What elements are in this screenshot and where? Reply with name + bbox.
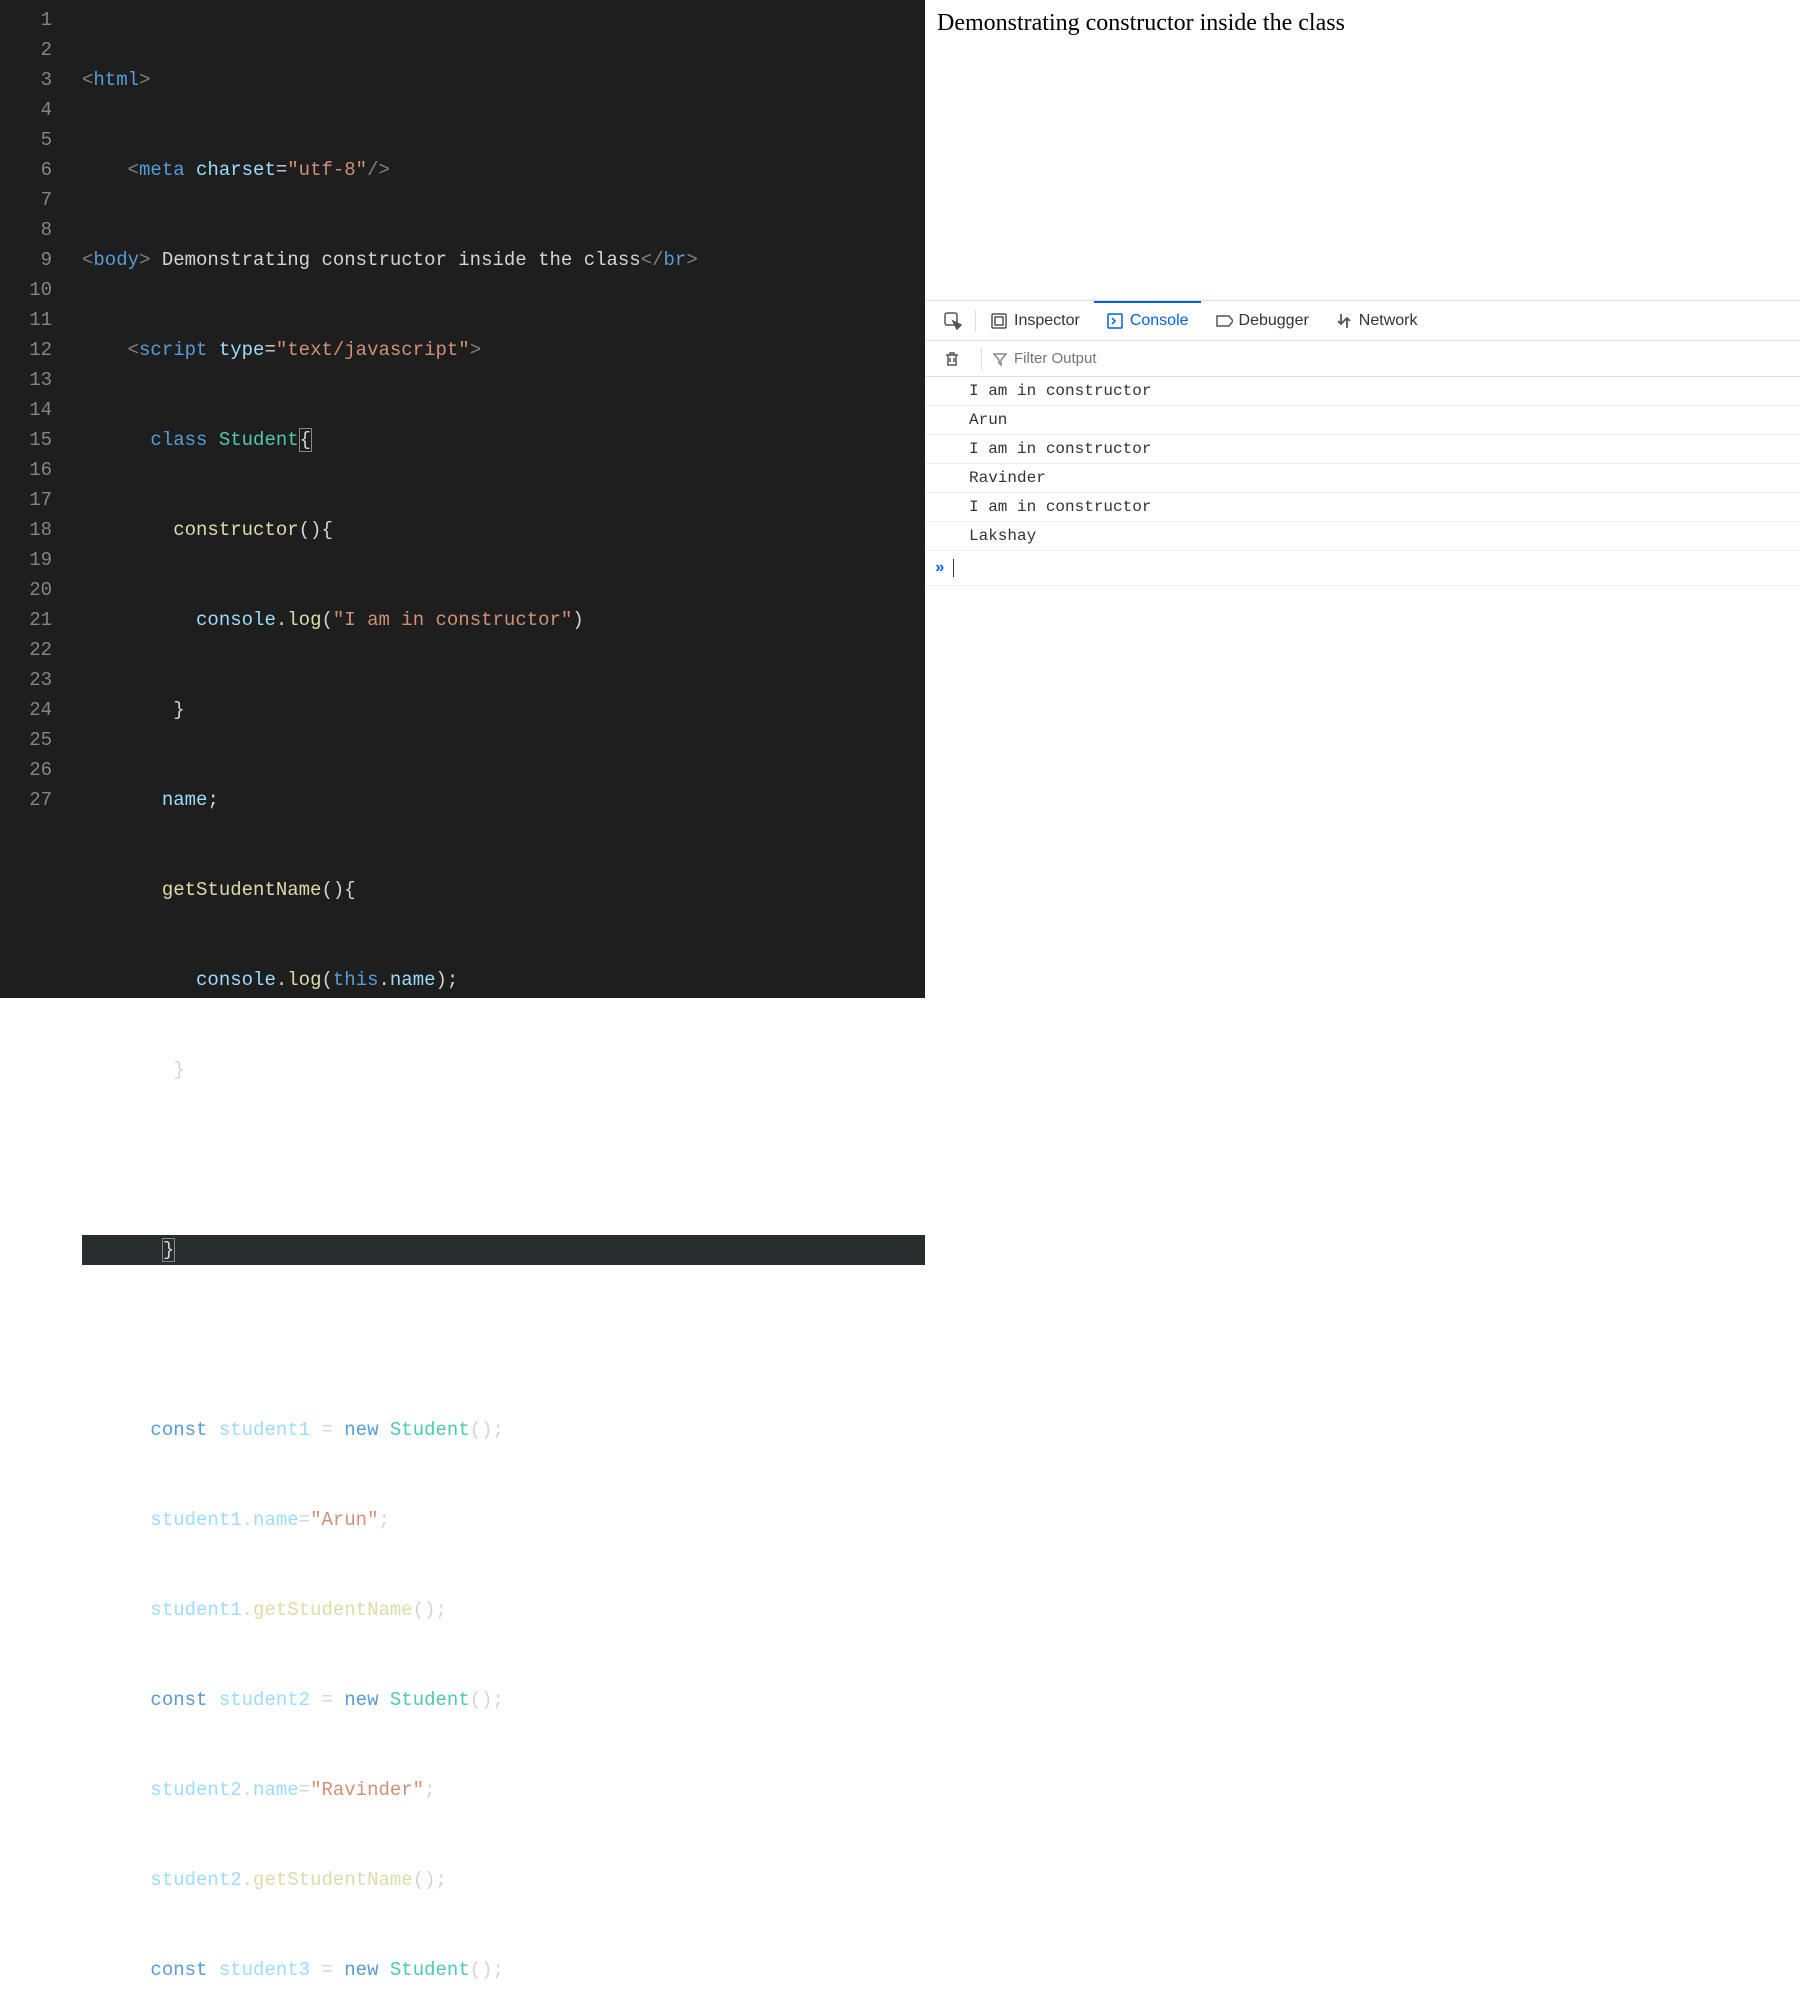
code-line[interactable] <box>82 1325 925 1355</box>
line-number: 5 <box>0 125 52 155</box>
separator <box>975 310 976 332</box>
code-line[interactable]: } <box>82 1055 925 1085</box>
line-number: 23 <box>0 665 52 695</box>
code-editor: 1 2 3 4 5 6 7 8 9 10 11 12 13 14 15 16 1… <box>0 0 925 998</box>
tab-debugger[interactable]: Debugger <box>1203 301 1321 340</box>
tab-label: Debugger <box>1239 312 1309 330</box>
tab-console[interactable]: Console <box>1094 301 1201 340</box>
console-prompt[interactable]: » <box>925 551 1800 586</box>
console-message: I am in constructor <box>925 435 1800 464</box>
line-number: 14 <box>0 395 52 425</box>
line-number: 17 <box>0 485 52 515</box>
code-line[interactable]: name; <box>82 785 925 815</box>
line-number: 2 <box>0 35 52 65</box>
code-line[interactable]: <body> Demonstrating constructor inside … <box>82 245 925 275</box>
line-number: 13 <box>0 365 52 395</box>
devtools-panel: Inspector Console Debugger Network <box>925 300 1800 998</box>
page-text: Demonstrating constructor inside the cla… <box>937 10 1345 36</box>
line-number: 4 <box>0 95 52 125</box>
code-line[interactable]: student1.getStudentName(); <box>82 1595 925 1625</box>
line-number: 9 <box>0 245 52 275</box>
element-picker-icon[interactable] <box>933 301 973 340</box>
console-output: I am in constructor Arun I am in constru… <box>925 377 1800 586</box>
line-number: 7 <box>0 185 52 215</box>
line-number: 15 <box>0 425 52 455</box>
code-line[interactable]: constructor(){ <box>82 515 925 545</box>
code-line[interactable]: } <box>82 1235 925 1265</box>
console-message: Ravinder <box>925 464 1800 493</box>
tab-label: Inspector <box>1014 312 1080 330</box>
code-line[interactable]: student1.name="Arun"; <box>82 1505 925 1535</box>
code-line[interactable]: student2.name="Ravinder"; <box>82 1775 925 1805</box>
line-number: 27 <box>0 785 52 815</box>
code-line[interactable]: student2.getStudentName(); <box>82 1865 925 1895</box>
code-line[interactable]: const student2 = new Student(); <box>82 1685 925 1715</box>
code-line[interactable]: <meta charset="utf-8"/> <box>82 155 925 185</box>
line-number: 10 <box>0 275 52 305</box>
code-line[interactable]: class Student{ <box>82 425 925 455</box>
line-number: 20 <box>0 575 52 605</box>
console-message: I am in constructor <box>925 493 1800 522</box>
line-number: 3 <box>0 65 52 95</box>
code-line[interactable]: console.log(this.name); <box>82 965 925 995</box>
tab-inspector[interactable]: Inspector <box>978 301 1092 340</box>
code-line[interactable]: } <box>82 695 925 725</box>
filter-output[interactable] <box>992 350 1154 367</box>
line-number: 8 <box>0 215 52 245</box>
line-number: 25 <box>0 725 52 755</box>
code-line[interactable]: getStudentName(){ <box>82 875 925 905</box>
input-cursor <box>953 559 954 577</box>
line-number: 21 <box>0 605 52 635</box>
line-number: 12 <box>0 335 52 365</box>
devtools-tab-bar: Inspector Console Debugger Network <box>925 301 1800 341</box>
line-number: 6 <box>0 155 52 185</box>
prompt-icon: » <box>935 559 945 577</box>
console-message: Lakshay <box>925 522 1800 551</box>
tab-label: Console <box>1130 312 1189 330</box>
code-line[interactable]: const student1 = new Student(); <box>82 1415 925 1445</box>
line-number: 19 <box>0 545 52 575</box>
line-number-gutter: 1 2 3 4 5 6 7 8 9 10 11 12 13 14 15 16 1… <box>0 0 74 998</box>
trash-icon[interactable] <box>933 341 971 376</box>
code-line[interactable] <box>82 1145 925 1175</box>
line-number: 24 <box>0 695 52 725</box>
console-message: I am in constructor <box>925 377 1800 406</box>
line-number: 22 <box>0 635 52 665</box>
tab-network[interactable]: Network <box>1323 301 1430 340</box>
page-body: Demonstrating constructor inside the cla… <box>925 0 1800 300</box>
console-message: Arun <box>925 406 1800 435</box>
code-content[interactable]: <html> <meta charset="utf-8"/> <body> De… <box>74 0 925 998</box>
code-line[interactable]: <script type="text/javascript"> <box>82 335 925 365</box>
line-number: 1 <box>0 5 52 35</box>
line-number: 16 <box>0 455 52 485</box>
line-number: 11 <box>0 305 52 335</box>
line-number: 26 <box>0 755 52 785</box>
code-line[interactable]: const student3 = new Student(); <box>82 1955 925 1985</box>
tab-label: Network <box>1359 312 1418 330</box>
filter-input-field[interactable] <box>1014 350 1154 367</box>
browser-preview: Demonstrating constructor inside the cla… <box>925 0 1800 998</box>
code-line[interactable]: console.log("I am in constructor") <box>82 605 925 635</box>
console-toolbar <box>925 341 1800 377</box>
separator <box>981 348 982 370</box>
funnel-icon <box>992 351 1008 367</box>
code-line[interactable]: <html> <box>82 65 925 95</box>
line-number: 18 <box>0 515 52 545</box>
